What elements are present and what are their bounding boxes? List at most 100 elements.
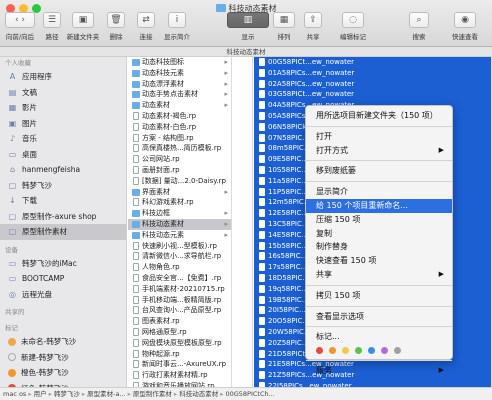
- toolbar-button-icon[interactable]: ▥: [227, 12, 269, 28]
- menu-item[interactable]: 显示简介: [306, 185, 452, 199]
- list-item-selected[interactable]: 03G58PICt...ew_nowater: [254, 89, 491, 101]
- toolbar-item-10[interactable]: ⌕ 搜索: [401, 12, 437, 46]
- sidebar-item[interactable]: A 应用程序: [0, 69, 126, 85]
- path-segment[interactable]: 原型制作素材: [133, 388, 172, 400]
- list-item[interactable]: [233, 154, 252, 165]
- menu-item[interactable]: 制作替身: [306, 240, 452, 254]
- list-item[interactable]: [233, 305, 252, 316]
- sidebar-item[interactable]: ♪ 音乐: [0, 131, 126, 147]
- list-item[interactable]: 动态漂浮素材 ▸: [128, 79, 231, 90]
- list-item[interactable]: 动态素材 ▸: [128, 100, 231, 111]
- list-item[interactable]: 动态科技图标 ▸: [128, 57, 231, 68]
- list-item[interactable]: [233, 262, 252, 273]
- list-item[interactable]: [233, 89, 252, 100]
- list-item[interactable]: [233, 122, 252, 133]
- sidebar-item[interactable]: ⌂ hanmengfeisha: [0, 162, 126, 178]
- menu-item[interactable]: 移到废纸篓: [306, 164, 452, 178]
- sidebar-device[interactable]: ▭ 韩梦飞沙的iMac: [0, 256, 126, 272]
- toolbar-item-2[interactable]: ▣ 新建文件夹: [66, 12, 100, 46]
- list-item[interactable]: 高保真楼热...简历模板.rp: [128, 143, 231, 154]
- path-segment[interactable]: 00G58PICtCh...: [225, 388, 274, 400]
- list-item[interactable]: 网盘模块原型模板原型.rp: [128, 338, 231, 349]
- sidebar-item[interactable]: ▭ 桌面: [0, 147, 126, 163]
- list-item[interactable]: [233, 133, 252, 144]
- list-item[interactable]: 公司网站.rp: [128, 154, 231, 165]
- tag-color-option[interactable]: [329, 347, 336, 355]
- toolbar-item-1[interactable]: ☰ 路径: [42, 12, 62, 46]
- toolbar-item-11[interactable]: ◉ 快速查看: [445, 12, 485, 46]
- toolbar-item-8[interactable]: ⇪ 共享: [300, 12, 326, 46]
- list-item[interactable]: [233, 338, 252, 349]
- toolbar-button-icon[interactable]: ◌: [342, 12, 364, 28]
- tag-color-option[interactable]: [368, 347, 375, 355]
- menu-item[interactable]: 给 150 个项目重新命名...: [306, 198, 452, 213]
- list-item[interactable]: 方案 - 结构图.rp: [128, 133, 231, 144]
- list-item[interactable]: [233, 370, 252, 381]
- list-item[interactable]: 手机端素材-20210715.rp: [128, 284, 231, 295]
- toolbar-item-4[interactable]: ⇄ 连接: [134, 12, 158, 46]
- list-item[interactable]: [233, 349, 252, 360]
- toolbar-button-icon[interactable]: ▣: [72, 12, 94, 28]
- list-item[interactable]: [233, 327, 252, 338]
- list-item[interactable]: 快速刷小视...型模板).rp: [128, 241, 231, 252]
- list-item[interactable]: [数据] 量动...2.0-Daisy.rp: [128, 176, 231, 187]
- list-item[interactable]: [233, 143, 252, 154]
- list-item[interactable]: 清新微信小...求导航栏.rp: [128, 251, 231, 262]
- menu-item[interactable]: 复制: [306, 227, 452, 241]
- toolbar-item-9[interactable]: ◌ 编辑标记: [338, 12, 368, 46]
- sidebar-item[interactable]: ↓ 下载: [0, 193, 126, 209]
- sidebar-device[interactable]: ▭ BOOTCAMP: [0, 271, 126, 287]
- list-item[interactable]: 人物角色.rp: [128, 262, 231, 273]
- list-item[interactable]: [233, 219, 252, 230]
- sidebar-device[interactable]: ◎ 远程光盘: [0, 287, 126, 303]
- toolbar-item-5[interactable]: i 显示简介: [163, 12, 191, 46]
- list-item[interactable]: [233, 316, 252, 327]
- list-item[interactable]: 界面素材 ▸: [128, 187, 231, 198]
- menu-item[interactable]: 用所选项目新建文件夹（150 项）: [306, 109, 452, 123]
- toolbar-button-icon[interactable]: 🗑: [107, 12, 125, 28]
- tag-color-option[interactable]: [381, 347, 388, 355]
- path-segment[interactable]: mac os: [3, 388, 26, 400]
- toolbar-button-icon[interactable]: ⇪: [304, 12, 322, 28]
- toolbar-button-icon[interactable]: ⇄: [137, 12, 155, 28]
- list-item[interactable]: [233, 208, 252, 219]
- list-item[interactable]: 食品安全官...【免费】.rp: [128, 273, 231, 284]
- tag-color-option[interactable]: [342, 347, 349, 355]
- list-item[interactable]: [233, 284, 252, 295]
- list-item-selected[interactable]: 01A58PICs...ew_nowater: [254, 67, 491, 79]
- toolbar-button-icon[interactable]: ▦: [273, 12, 295, 28]
- list-item[interactable]: [233, 241, 252, 252]
- list-item[interactable]: 新闻时事云...-AxureUX.rp: [128, 359, 231, 370]
- sidebar-tag[interactable]: 橙色-韩梦飞沙: [0, 365, 126, 381]
- list-item[interactable]: [233, 111, 252, 122]
- toolbar-button-icon[interactable]: ☰: [43, 12, 61, 28]
- path-segment[interactable]: 科技动态素材: [179, 388, 218, 400]
- list-item[interactable]: [233, 165, 252, 176]
- tag-color-option[interactable]: [394, 347, 401, 355]
- list-item[interactable]: [233, 251, 252, 262]
- list-item[interactable]: 手机移动端...板精简版.rp: [128, 295, 231, 306]
- list-item[interactable]: 科技边框 ▸: [128, 208, 231, 219]
- sidebar-tag[interactable]: 新建-韩梦飞沙: [0, 350, 126, 366]
- toolbar-item-7[interactable]: ▦ 排列: [272, 12, 296, 46]
- tag-color-option[interactable]: [355, 347, 362, 355]
- list-item[interactable]: [233, 295, 252, 306]
- sidebar-item[interactable]: ▤ 文稿: [0, 85, 126, 101]
- list-item-selected[interactable]: 02A58PICs...ew_nowater: [254, 78, 491, 90]
- menu-item[interactable]: 标记...: [306, 330, 452, 344]
- list-item[interactable]: [233, 68, 252, 79]
- menu-item[interactable]: 服务 ▶: [306, 364, 452, 378]
- list-item[interactable]: 动态手势点击素材 ▸: [128, 89, 231, 100]
- path-segment[interactable]: 用户: [34, 388, 47, 400]
- tag-color-option[interactable]: [316, 347, 323, 355]
- sidebar-item[interactable]: ▦ 影片: [0, 100, 126, 116]
- sidebar-item[interactable]: ▢ 原型制作素材: [0, 224, 126, 240]
- list-item[interactable]: 图表素材.rp: [128, 316, 231, 327]
- sidebar-item[interactable]: ▢ 原型制作-axure shop: [0, 209, 126, 225]
- list-item[interactable]: 画册封面.rp: [128, 165, 231, 176]
- list-item[interactable]: [233, 176, 252, 187]
- sidebar-item[interactable]: ▢ 韩梦飞沙: [0, 178, 126, 194]
- list-item[interactable]: 动态科技元素 ▸: [128, 68, 231, 79]
- toolbar-button-icon[interactable]: i: [168, 12, 186, 28]
- menu-item[interactable]: 打开方式 ▶: [306, 144, 452, 158]
